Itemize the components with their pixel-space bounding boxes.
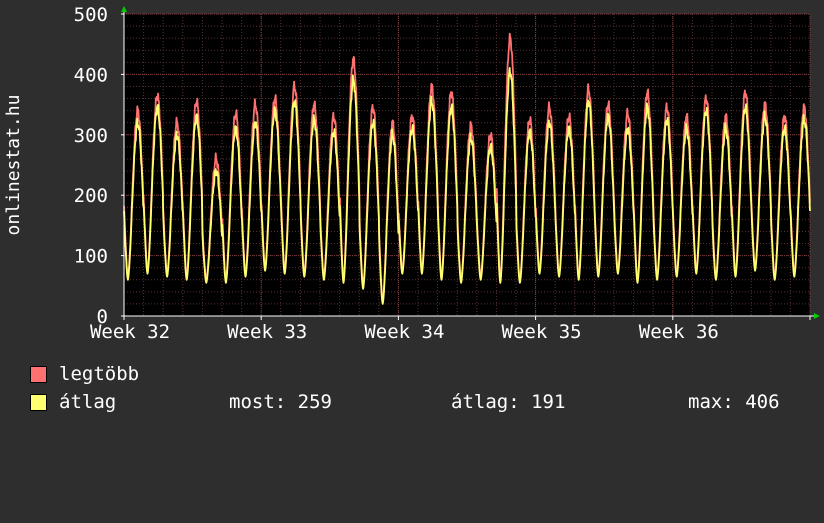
- y-axis-label: onlinestat.hu: [3, 95, 24, 236]
- y-tick-label: 100: [74, 246, 108, 268]
- y-tick-label: 200: [74, 185, 108, 207]
- stat-average: átlag: 191: [451, 391, 566, 413]
- x-tick-label: Week 32: [90, 321, 170, 343]
- legend-label-avg: átlag: [59, 391, 117, 413]
- y-axis-arrow: [121, 6, 127, 12]
- x-tick-label: Week 34: [364, 321, 444, 343]
- x-tick-label: Week 36: [639, 321, 719, 343]
- stat-current: most: 259: [229, 391, 332, 413]
- legend-row-max: legtöbb: [30, 363, 139, 385]
- x-tick-label: Week 35: [502, 321, 582, 343]
- legend-row-avg: átlag most: 259 átlag: 191 max: 406: [30, 391, 810, 413]
- x-axis-arrow: [814, 313, 820, 319]
- x-tick-label: Week 33: [227, 321, 307, 343]
- y-tick-label: 400: [74, 64, 108, 86]
- legend-swatch-avg: [30, 394, 47, 411]
- y-tick-label: 500: [74, 4, 108, 26]
- stat-max: max: 406: [688, 391, 780, 413]
- legend-swatch-max: [30, 366, 47, 383]
- y-tick-label: 300: [74, 125, 108, 147]
- legend-label-max: legtöbb: [59, 363, 140, 385]
